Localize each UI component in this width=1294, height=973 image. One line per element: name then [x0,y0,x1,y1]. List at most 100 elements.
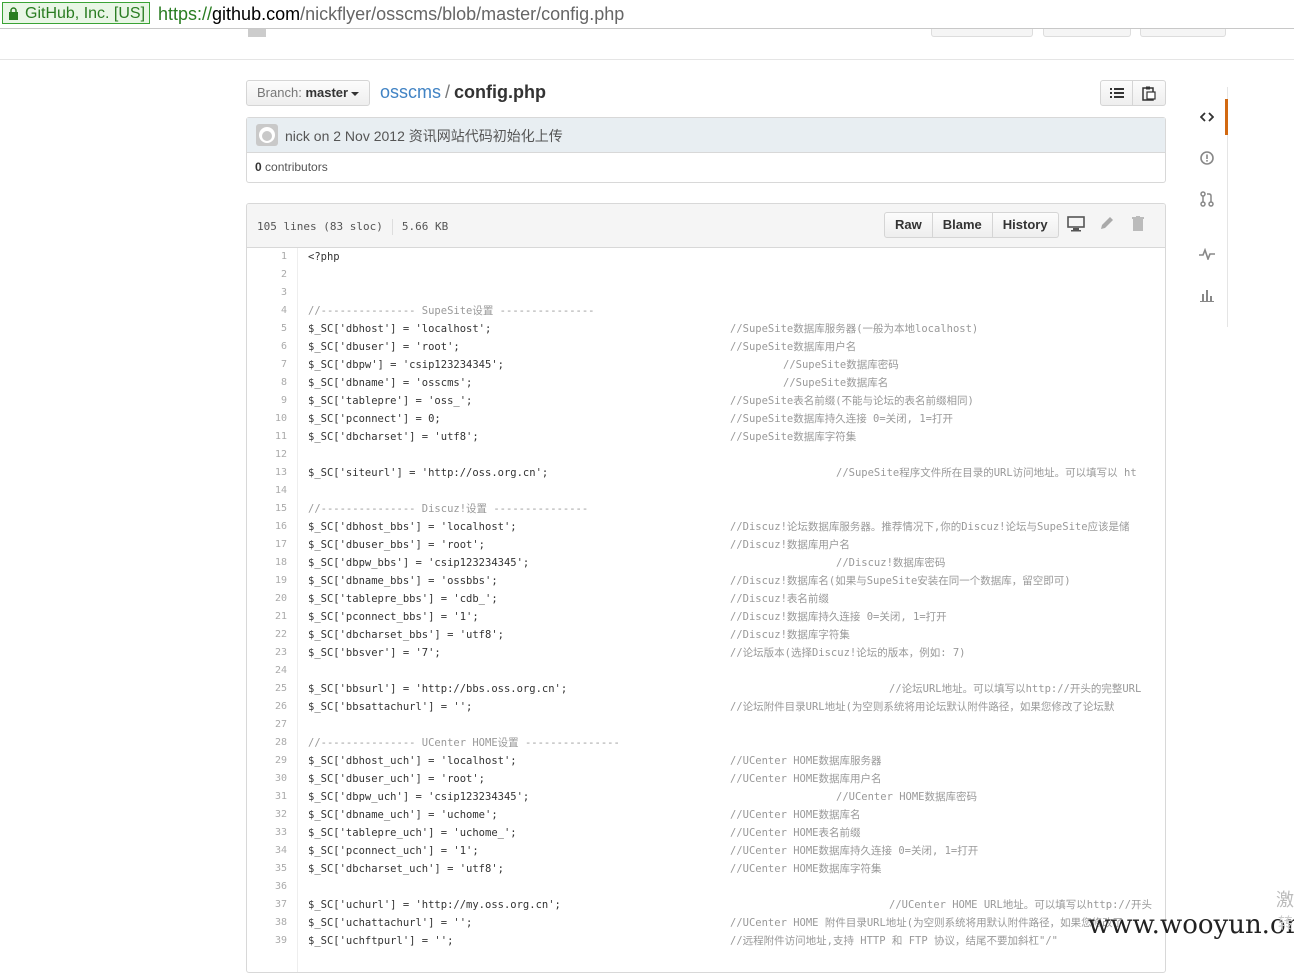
code-text: $_SC['dbpw_uch'] = 'csip123234345'; [308,791,530,803]
line-number[interactable]: 25 [247,680,297,698]
code-comment: //论坛URL地址。可以填写以http://开头的完整URL [889,683,1142,695]
graph-icon [1200,290,1214,302]
pencil-icon[interactable] [1098,216,1116,232]
contributors[interactable]: 0 contributors [255,160,328,174]
nav-issues[interactable] [1189,140,1225,176]
code-line: $_SC['dbhost_uch'] = 'localhost'; //UCent… [308,752,1165,770]
code-comment: //论坛版本(选择Discuz!论坛的版本，例如: 7) [730,647,966,659]
line-number[interactable]: 7 [247,356,297,374]
trash-icon[interactable] [1129,216,1147,232]
code-comment: //SupeSite数据库持久连接 0=关闭, 1=打开 [730,413,953,425]
line-number[interactable]: 19 [247,572,297,590]
code-text: $_SC['dbuser'] = 'root'; [308,341,460,353]
file-header: 105 lines (83 sloc) 5.66 KB Raw Blame His… [247,204,1165,248]
find-file-button[interactable] [1100,80,1133,106]
line-number[interactable]: 38 [247,914,297,932]
line-number[interactable]: 13 [247,464,297,482]
line-number[interactable]: 34 [247,842,297,860]
line-number[interactable]: 2 [247,266,297,284]
line-number[interactable]: 6 [247,338,297,356]
line-number[interactable]: 21 [247,608,297,626]
avatar[interactable] [256,124,278,146]
desktop-icon[interactable] [1067,216,1085,232]
header-button-1[interactable] [931,29,1033,37]
line-number[interactable]: 23 [247,644,297,662]
line-number[interactable]: 8 [247,374,297,392]
code-text: $_SC['siteurl'] = 'http://oss.org.cn'; [308,467,549,479]
copy-path-button[interactable] [1133,80,1166,106]
code-text: $_SC['dbcharset_bbs'] = 'utf8'; [308,629,504,641]
breadcrumb-repo-link[interactable]: osscms [380,82,441,102]
line-number[interactable]: 39 [247,932,297,950]
url-host: github.com [212,4,301,24]
line-number[interactable]: 4 [247,302,297,320]
header-button-2[interactable] [1043,29,1131,37]
url-text[interactable]: https://github.com/nickflyer/osscms/blob… [158,2,624,26]
line-number[interactable]: 26 [247,698,297,716]
nav-code[interactable] [1189,99,1228,135]
code-line: $_SC['uchftpurl'] = ''; //远程附件访问地址,支持 HTT… [308,932,1165,950]
line-number[interactable]: 5 [247,320,297,338]
line-number[interactable]: 16 [247,518,297,536]
line-number[interactable]: 20 [247,590,297,608]
code-comment: //远程附件访问地址,支持 HTTP 和 FTP 协议，结尾不要加斜杠"/" [730,935,1058,947]
certificate-badge[interactable]: GitHub, Inc. [US] [2,2,151,24]
history-button[interactable]: History [992,212,1059,238]
raw-button[interactable]: Raw [884,212,933,238]
code-comment: //Discuz!数据库持久连接 0=关闭, 1=打开 [730,611,947,623]
code-line: $_SC['dbuser_uch'] = 'root'; //UCenter HO… [308,770,1165,788]
line-number[interactable]: 29 [247,752,297,770]
line-number[interactable]: 30 [247,770,297,788]
code-text: $_SC['dbcharset_uch'] = 'utf8'; [308,863,504,875]
contributors-label: contributors [265,160,328,174]
line-number[interactable]: 18 [247,554,297,572]
pull-request-icon [1200,191,1214,207]
code-text: <?php [308,251,340,263]
line-number[interactable]: 27 [247,716,297,734]
line-number[interactable]: 33 [247,824,297,842]
line-number[interactable]: 37 [247,896,297,914]
nav-graphs[interactable] [1189,277,1225,313]
line-number[interactable]: 31 [247,788,297,806]
line-number[interactable]: 28 [247,734,297,752]
nav-pull-requests[interactable] [1189,181,1225,217]
code-line: $_SC['dbcharset_uch'] = 'utf8'; //UCenter… [308,860,1165,878]
list-icon [1109,88,1124,98]
code-line: $_SC['pconnect_bbs'] = '1'; //Discuz!数据库持… [308,608,1165,626]
line-number[interactable]: 17 [247,536,297,554]
code-comment: //UCenter HOME数据库服务器 [730,755,882,767]
line-number[interactable]: 24 [247,662,297,680]
line-number[interactable]: 10 [247,410,297,428]
line-number[interactable]: 32 [247,806,297,824]
line-number[interactable]: 11 [247,428,297,446]
branch-name: master [305,85,349,100]
code-line: $_SC['uchattachurl'] = ''; //UCenter HOME… [308,914,1165,932]
branch-selector[interactable]: Branch: master [246,80,371,106]
code-line: $_SC['bbsattachurl'] = ''; //论坛附件目录URL地址(… [308,698,1165,716]
code-comment: //Discuz!数据库字符集 [730,629,850,641]
code-comment: //Discuz!论坛数据库服务器。推荐情况下,你的Discuz!论坛与Supe… [730,521,1130,533]
line-number[interactable]: 1 [247,248,297,266]
header-button-3[interactable] [1140,29,1226,37]
line-number[interactable]: 3 [247,284,297,302]
url-path: /nickflyer/osscms/blob/master/config.php [300,4,625,24]
code-text: $_SC['dbhost'] = 'localhost'; [308,323,492,335]
browser-address-bar[interactable]: GitHub, Inc. [US] https://github.com/nic… [0,0,1294,29]
line-number[interactable]: 12 [247,446,297,464]
code-comment: //--------------- SupeSite设置 -----------… [308,305,595,317]
code-text: $_SC['dbcharset'] = 'utf8'; [308,431,479,443]
nav-pulse[interactable] [1189,236,1225,272]
line-number[interactable]: 15 [247,500,297,518]
code-comment: //Discuz!数据库密码 [836,557,946,569]
line-number[interactable]: 36 [247,878,297,896]
file-size: 5.66 KB [401,220,449,233]
line-number[interactable]: 35 [247,860,297,878]
line-number[interactable]: 14 [247,482,297,500]
branch-label: Branch: [257,85,302,100]
commit-message[interactable]: nick on 2 Nov 2012 资讯网站代码初始化上传 [285,126,563,146]
code-line: $_SC['dbname'] = 'osscms'; //SupeSite数据库名 [308,374,1165,392]
line-number[interactable]: 9 [247,392,297,410]
blame-button[interactable]: Blame [932,212,993,238]
line-number[interactable]: 22 [247,626,297,644]
